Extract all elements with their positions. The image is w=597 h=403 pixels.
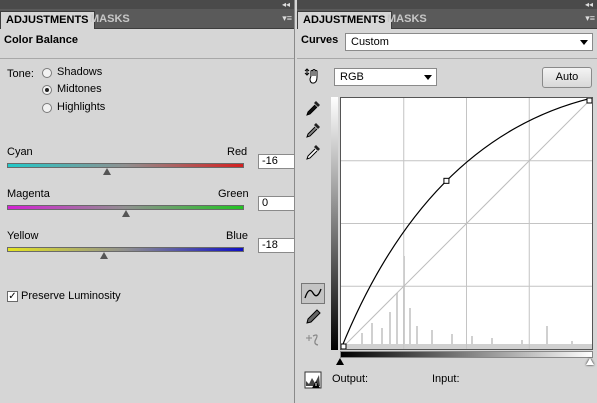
yellow-blue-slider-thumb[interactable] xyxy=(100,252,109,259)
tab-masks[interactable]: MASKS xyxy=(382,11,432,28)
panel-menu-icon[interactable]: ▾≡ xyxy=(282,13,292,24)
channel-value: RGB xyxy=(340,71,364,83)
curve-control-point[interactable] xyxy=(341,343,347,349)
collapse-icon[interactable]: ◂◂ xyxy=(585,0,593,9)
tone-label: Tone: xyxy=(7,68,34,80)
yellow-label: Yellow xyxy=(7,230,39,242)
panel-top-strip: ◂◂ xyxy=(0,0,294,9)
radio-highlights-label[interactable]: Highlights xyxy=(57,101,105,113)
radio-midtones-label[interactable]: Midtones xyxy=(57,83,102,95)
white-point-eyedropper-icon[interactable] xyxy=(304,143,322,161)
tab-bar: ADJUSTMENTS MASKS ▾≡ xyxy=(0,9,294,29)
panel-title: Curves xyxy=(301,34,339,46)
blue-label: Blue xyxy=(226,230,249,242)
black-point-eyedropper-icon[interactable] xyxy=(304,99,322,117)
input-label: Input: xyxy=(432,373,460,385)
white-point-slider[interactable] xyxy=(586,358,594,365)
preserve-luminosity-label[interactable]: Preserve Luminosity xyxy=(21,290,121,302)
color-balance-panel: ◂◂ ADJUSTMENTS MASKS ▾≡ Color Balance To… xyxy=(0,0,295,403)
collapse-icon[interactable]: ◂◂ xyxy=(282,0,290,9)
curve-control-point[interactable] xyxy=(443,177,450,184)
auto-button[interactable]: Auto xyxy=(542,67,592,88)
input-gradient-bar xyxy=(340,351,593,358)
tab-adjustments[interactable]: ADJUSTMENTS xyxy=(297,11,392,29)
output-label: Output: xyxy=(332,373,369,385)
magenta-green-value-field[interactable]: 0 xyxy=(258,196,294,211)
divider xyxy=(297,58,597,59)
radio-shadows-label[interactable]: Shadows xyxy=(57,66,102,78)
radio-highlights[interactable] xyxy=(42,103,52,113)
pencil-draw-icon[interactable] xyxy=(304,308,322,326)
preset-dropdown[interactable]: Custom xyxy=(345,33,593,51)
panel-menu-icon[interactable]: ▾≡ xyxy=(585,13,595,24)
cyan-red-value-field[interactable]: -16 xyxy=(258,154,294,169)
curve-edit-icon xyxy=(304,288,322,299)
preserve-luminosity-checkbox[interactable]: ✓ xyxy=(7,291,18,302)
curves-panel: ◂◂ ADJUSTMENTS MASKS ▾≡ Curves Custom RG… xyxy=(297,0,597,403)
yellow-blue-slider[interactable] xyxy=(7,247,244,252)
divider xyxy=(0,58,294,59)
chevron-down-icon xyxy=(424,75,432,80)
curve-control-point[interactable] xyxy=(586,98,592,104)
tab-bar: ADJUSTMENTS MASKS ▾≡ xyxy=(297,9,597,29)
chevron-down-icon xyxy=(580,40,588,45)
magenta-label: Magenta xyxy=(7,188,50,200)
channel-dropdown[interactable]: RGB xyxy=(334,68,437,86)
panel-top-strip: ◂◂ xyxy=(297,0,597,9)
red-label: Red xyxy=(227,146,248,158)
cyan-red-slider[interactable] xyxy=(7,163,244,168)
yellow-blue-value-field[interactable]: -18 xyxy=(258,238,294,253)
curve-graph[interactable] xyxy=(340,97,593,350)
output-gradient-bar xyxy=(331,97,338,350)
cyan-label: Cyan xyxy=(7,146,33,158)
clipping-warning-icon[interactable] xyxy=(304,371,322,389)
cyan-red-slider-thumb[interactable] xyxy=(102,168,111,175)
hand-adjust-icon[interactable] xyxy=(304,67,322,85)
smooth-curve-icon[interactable] xyxy=(304,330,322,348)
tab-masks[interactable]: MASKS xyxy=(85,11,135,28)
checkmark-icon: ✓ xyxy=(8,291,17,302)
panel-title: Color Balance xyxy=(4,34,78,46)
radio-shadows[interactable] xyxy=(42,68,52,78)
black-point-slider[interactable] xyxy=(336,358,344,365)
gray-point-eyedropper-icon[interactable] xyxy=(304,121,322,139)
radio-midtones[interactable] xyxy=(42,85,52,95)
magenta-green-slider-thumb[interactable] xyxy=(121,210,130,217)
green-label: Green xyxy=(218,188,249,200)
tab-adjustments[interactable]: ADJUSTMENTS xyxy=(0,11,95,29)
preset-value: Custom xyxy=(351,36,389,48)
curve-edit-tool[interactable] xyxy=(301,283,325,304)
